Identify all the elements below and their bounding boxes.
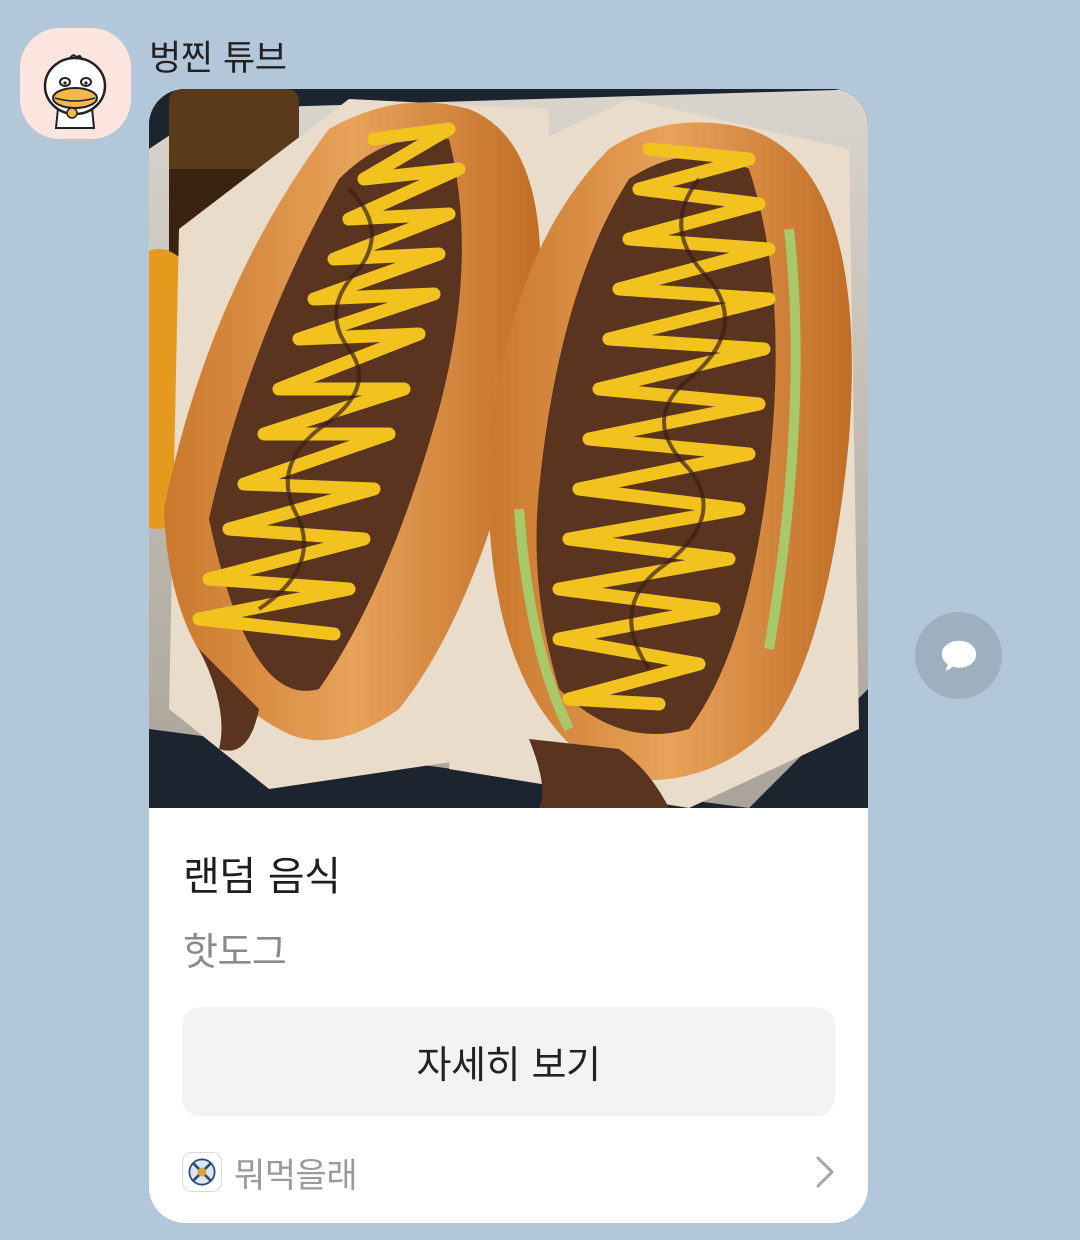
sender-avatar[interactable] xyxy=(20,28,131,139)
hotdog-photo[interactable] xyxy=(149,89,868,808)
view-details-button[interactable]: 자세히 보기 xyxy=(182,1007,835,1116)
chevron-right-icon xyxy=(816,1156,834,1188)
channel-link[interactable]: 뭐먹을래 xyxy=(182,1147,835,1197)
duck-character-avatar-icon xyxy=(20,28,131,139)
share-button[interactable] xyxy=(915,612,1002,699)
hotdog-image xyxy=(149,89,868,808)
speech-bubble-icon xyxy=(941,640,976,671)
link-card[interactable]: 랜덤 음식 핫도그 자세히 보기 뭐먹을래 xyxy=(149,89,868,1223)
app-logo-icon xyxy=(182,1152,222,1192)
channel-name: 뭐먹을래 xyxy=(234,1155,358,1196)
card-title: 랜덤 음식 xyxy=(183,854,341,900)
sender-name: 벙찐 튜브 xyxy=(149,39,287,79)
card-subtitle: 핫도그 xyxy=(183,930,287,974)
